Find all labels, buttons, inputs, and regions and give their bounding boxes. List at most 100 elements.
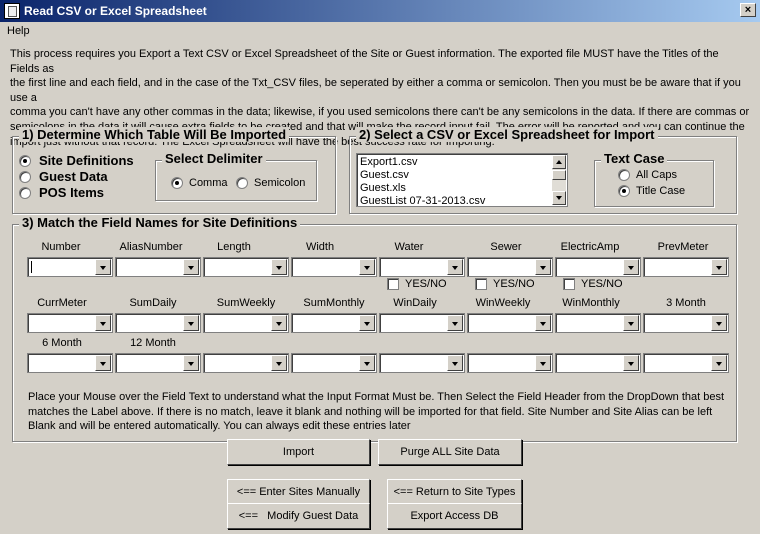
combo-12month[interactable] [115,353,201,373]
label-sumweekly: SumWeekly [216,297,276,309]
section2-title: 2) Select a CSV or Excel Spreadsheet for… [356,127,658,142]
text-case-title: Text Case [601,151,668,166]
combo-sewer[interactable] [467,257,553,277]
chevron-down-icon[interactable] [535,355,551,371]
chevron-down-icon[interactable] [711,355,727,371]
radio-indicator [19,186,31,199]
close-button[interactable]: × [740,3,756,17]
chevron-down-icon[interactable] [95,355,111,371]
combo-water[interactable] [379,257,465,277]
checkbox-electric-yesno[interactable]: YES/NO [563,278,623,290]
chevron-down-icon[interactable] [359,259,375,275]
combo-windaily[interactable] [379,313,465,333]
chevron-down-icon[interactable] [359,355,375,371]
radio-guest-data[interactable]: Guest Data [19,169,108,184]
checkbox-label: YES/NO [581,278,623,290]
text-case-group: Text Case [594,151,714,207]
chevron-down-icon[interactable] [711,259,727,275]
file-item[interactable]: Export1.csv [360,156,417,168]
combo-prevmeter[interactable] [643,257,729,277]
checkbox-indicator [387,278,399,290]
radio-pos-items[interactable]: POS Items [19,185,104,200]
radio-comma[interactable]: Comma [171,177,228,189]
return-site-types-button[interactable]: <== Return to Site Types [387,479,522,505]
chevron-down-icon[interactable] [447,259,463,275]
chevron-down-icon[interactable] [447,355,463,371]
radio-indicator [171,177,183,189]
scroll-thumb[interactable] [552,170,566,180]
chevron-down-icon[interactable] [359,315,375,331]
import-button[interactable]: Import [227,439,370,465]
file-item[interactable]: Guest.csv [360,169,409,181]
combo-winmonthly[interactable] [555,313,641,333]
export-access-db-button[interactable]: Export Access DB [387,503,522,529]
checkbox-water-yesno[interactable]: YES/NO [387,278,447,290]
combo-row3-field3[interactable] [203,353,289,373]
file-item[interactable]: GuestList 07-31-2013.csv [360,195,485,207]
chevron-down-icon[interactable] [183,259,199,275]
purge-site-data-button[interactable]: Purge ALL Site Data [378,439,522,465]
chevron-down-icon[interactable] [623,355,639,371]
chevron-down-icon[interactable] [623,259,639,275]
scroll-down-icon[interactable] [552,191,566,205]
label-winweekly: WinWeekly [475,297,531,309]
combo-row3-field7[interactable] [555,353,641,373]
file-list[interactable]: Export1.csv Guest.csv Guest.xls GuestLis… [356,153,568,207]
combo-3month[interactable] [643,313,729,333]
radio-all-caps[interactable]: All Caps [618,169,677,181]
modify-guest-data-button[interactable]: <== Modify Guest Data [227,503,370,529]
combo-row3-field4[interactable] [291,353,377,373]
title-bar: Read CSV or Excel Spreadsheet × [0,0,760,22]
mapping-help-text: Place your Mouse over the Field Text to … [28,391,725,433]
chevron-down-icon[interactable] [95,259,111,275]
combo-aliasnumber[interactable] [115,257,201,277]
combo-sumweekly[interactable] [203,313,289,333]
chevron-down-icon[interactable] [183,315,199,331]
combo-winweekly[interactable] [467,313,553,333]
combo-length[interactable] [203,257,289,277]
menu-help[interactable]: Help [7,25,30,37]
label-winmonthly: WinMonthly [562,297,620,309]
combo-sumdaily[interactable] [115,313,201,333]
radio-site-definitions[interactable]: Site Definitions [19,153,134,168]
label-sumdaily: SumDaily [129,297,177,309]
chevron-down-icon[interactable] [447,315,463,331]
combo-number[interactable] [27,257,113,277]
checkbox-sewer-yesno[interactable]: YES/NO [475,278,535,290]
radio-indicator [19,154,31,167]
combo-summonthly[interactable] [291,313,377,333]
radio-label: Title Case [636,185,686,197]
file-list-scrollbar[interactable] [552,155,566,205]
combo-row3-field8[interactable] [643,353,729,373]
combo-width[interactable] [291,257,377,277]
combo-row3-field5[interactable] [379,353,465,373]
section3-title: 3) Match the Field Names for Site Defini… [19,215,301,230]
chevron-down-icon[interactable] [271,315,287,331]
enter-sites-manually-button[interactable]: <== Enter Sites Manually [227,479,370,505]
chevron-down-icon[interactable] [271,259,287,275]
label-length: Length [217,241,251,253]
combo-row3-field6[interactable] [467,353,553,373]
label-aliasnumber: AliasNumber [119,241,183,253]
chevron-down-icon[interactable] [535,259,551,275]
chevron-down-icon[interactable] [535,315,551,331]
chevron-down-icon[interactable] [183,355,199,371]
delimiter-title: Select Delimiter [162,151,266,166]
chevron-down-icon[interactable] [623,315,639,331]
combo-6month[interactable] [27,353,113,373]
radio-semicolon[interactable]: Semicolon [236,177,305,189]
combo-currmeter[interactable] [27,313,113,333]
chevron-down-icon[interactable] [271,355,287,371]
label-currmeter: CurrMeter [37,297,87,309]
chevron-down-icon[interactable] [95,315,111,331]
file-item[interactable]: Guest.xls [360,182,406,194]
chevron-down-icon[interactable] [711,315,727,331]
scroll-up-icon[interactable] [552,155,566,169]
radio-indicator [618,169,630,181]
combo-electricamp[interactable] [555,257,641,277]
label-windaily: WinDaily [393,297,437,309]
window-title: Read CSV or Excel Spreadsheet [24,4,207,18]
radio-title-case[interactable]: Title Case [618,185,685,197]
radio-label: Guest Data [39,169,108,184]
section1-title: 1) Determine Which Table Will Be Importe… [19,127,290,142]
